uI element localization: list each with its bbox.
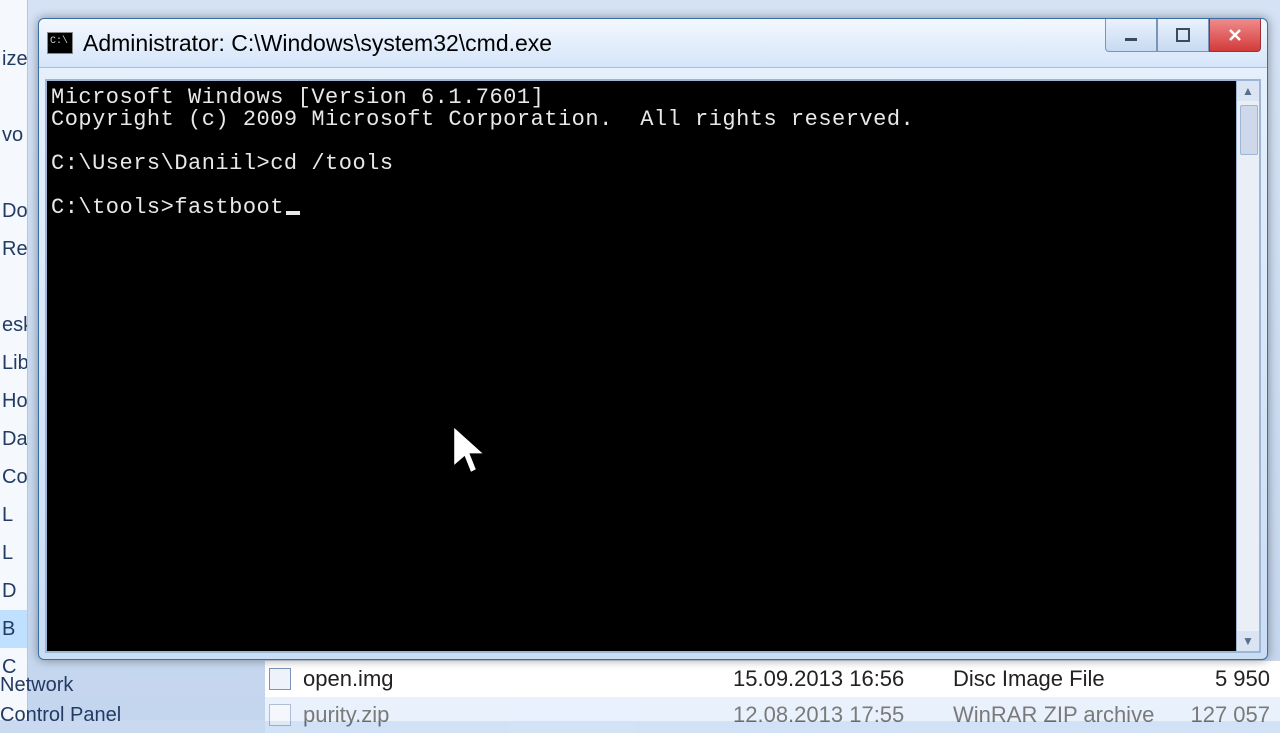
file-size: 127 057: [1187, 702, 1280, 728]
sidebar-frag: esk: [0, 306, 27, 344]
window-buttons: [1105, 19, 1261, 52]
titlebar[interactable]: Administrator: C:\Windows\system32\cmd.e…: [39, 19, 1267, 68]
mouse-cursor-icon: [339, 401, 379, 457]
maximize-button[interactable]: [1157, 19, 1209, 52]
file-list: open.img 15.09.2013 16:56 Disc Image Fil…: [265, 660, 1280, 721]
file-row[interactable]: open.img 15.09.2013 16:56 Disc Image Fil…: [265, 661, 1280, 697]
console-prompt: C:\Users\Daniil>: [51, 151, 270, 176]
minimize-button[interactable]: [1105, 19, 1157, 52]
sidebar-frag: D: [0, 572, 27, 610]
file-row[interactable]: purity.zip 12.08.2013 17:55 WinRAR ZIP a…: [265, 697, 1280, 733]
scroll-down-button[interactable]: ▼: [1237, 631, 1259, 651]
sidebar-frag: [0, 78, 27, 116]
file-type: WinRAR ZIP archive: [953, 702, 1187, 728]
nav-control-panel[interactable]: Control Panel: [0, 700, 121, 730]
text-cursor: [286, 211, 300, 215]
file-name: purity.zip: [303, 702, 733, 728]
sidebar-frag: B: [0, 610, 27, 648]
sidebar-frag: Co: [0, 458, 27, 496]
sidebar-frag: L: [0, 534, 27, 572]
console-line: Copyright (c) 2009 Microsoft Corporation…: [51, 107, 914, 132]
file-size: 5 950: [1187, 666, 1280, 692]
console-output[interactable]: Microsoft Windows [Version 6.1.7601] Cop…: [47, 81, 1236, 651]
file-date: 12.08.2013 17:55: [733, 702, 953, 728]
console-frame: Microsoft Windows [Version 6.1.7601] Cop…: [45, 79, 1261, 653]
explorer-lowleft: Network Control Panel: [0, 670, 121, 730]
close-icon: [1226, 26, 1244, 44]
sidebar-frag: [0, 268, 27, 306]
explorer-sidebar-fragment: ize vo Do Re esk Lib Ho Da Co L L D B C: [0, 0, 28, 720]
maximize-icon: [1174, 26, 1192, 44]
window-title: Administrator: C:\Windows\system32\cmd.e…: [83, 30, 552, 57]
console-command: fastboot: [174, 195, 284, 220]
file-date: 15.09.2013 16:56: [733, 666, 953, 692]
close-button[interactable]: [1209, 19, 1261, 52]
minimize-icon: [1122, 26, 1140, 44]
console-prompt: C:\tools>: [51, 195, 174, 220]
file-name: open.img: [303, 666, 733, 692]
nav-network[interactable]: Network: [0, 670, 121, 700]
sidebar-frag: Da: [0, 420, 27, 458]
sidebar-frag: ize: [0, 40, 27, 78]
scroll-thumb[interactable]: [1240, 105, 1258, 155]
sidebar-frag: Do: [0, 192, 27, 230]
sidebar-frag: Lib: [0, 344, 27, 382]
sidebar-frag: [0, 154, 27, 192]
cmd-window: Administrator: C:\Windows\system32\cmd.e…: [38, 18, 1268, 660]
sidebar-frag: Ho: [0, 382, 27, 420]
sidebar-frag: L: [0, 496, 27, 534]
vertical-scrollbar[interactable]: ▲ ▼: [1236, 81, 1259, 651]
file-type: Disc Image File: [953, 666, 1187, 692]
cmd-icon: [47, 32, 73, 54]
console-command: cd /tools: [270, 151, 393, 176]
scroll-up-button[interactable]: ▲: [1237, 81, 1259, 101]
file-icon: [269, 704, 291, 726]
file-icon: [269, 668, 291, 690]
sidebar-frag: vo: [0, 116, 27, 154]
sidebar-frag: Re: [0, 230, 27, 268]
